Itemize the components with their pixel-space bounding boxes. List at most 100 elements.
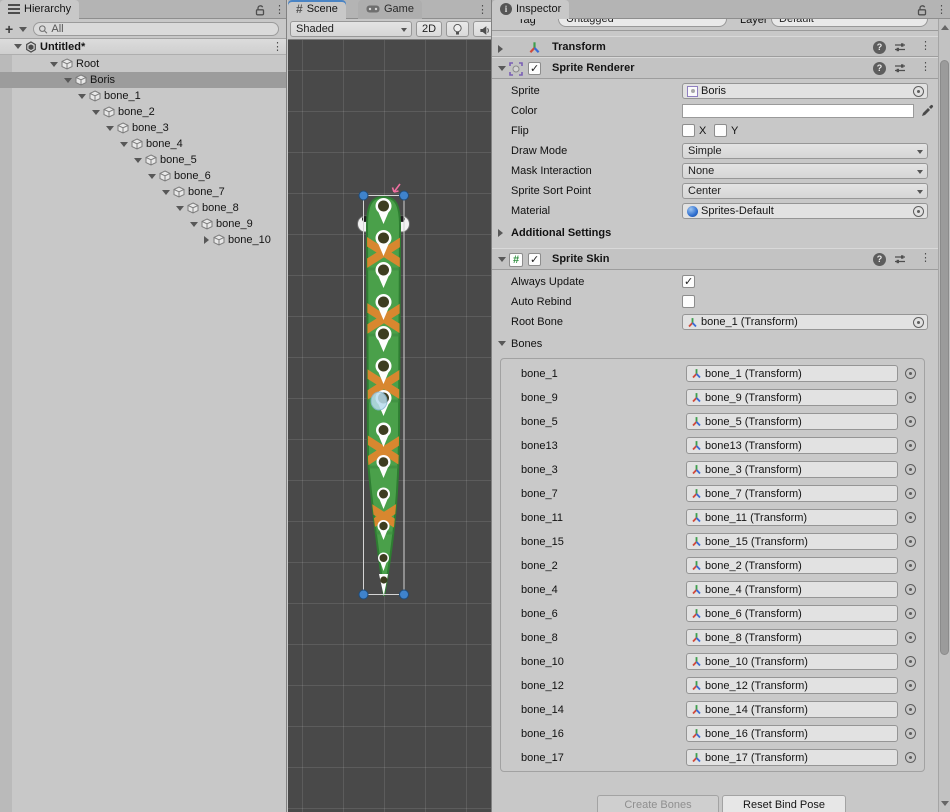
foldout-icon[interactable]: [92, 110, 100, 115]
lock-icon[interactable]: [916, 4, 928, 16]
sprite-skin-header[interactable]: # Sprite Skin ? ⋮: [492, 248, 938, 270]
bone-object-field[interactable]: bone_14 (Transform): [686, 701, 898, 718]
boris-sprite[interactable]: [288, 40, 492, 812]
tag-dropdown[interactable]: Untagged: [558, 19, 727, 27]
object-picker-icon[interactable]: [905, 728, 916, 739]
object-picker-icon[interactable]: [905, 560, 916, 571]
hierarchy-item-bone-1[interactable]: bone_1: [0, 88, 286, 104]
hierarchy-item-bone-4[interactable]: bone_4: [0, 136, 286, 152]
scrollbar-thumb[interactable]: [940, 60, 949, 655]
sprite-object-field[interactable]: Boris: [682, 83, 928, 99]
bone-object-field[interactable]: bone_3 (Transform): [686, 461, 898, 478]
foldout-icon[interactable]: [498, 257, 506, 262]
foldout-icon[interactable]: [78, 94, 86, 99]
layer-dropdown[interactable]: Default: [771, 19, 928, 27]
component-enabled-checkbox[interactable]: [528, 253, 541, 266]
tab-inspector[interactable]: i Inspector: [492, 0, 569, 19]
hierarchy-search[interactable]: [33, 22, 279, 36]
bone-object-field[interactable]: bone_4 (Transform): [686, 581, 898, 598]
inspector-scrollbar[interactable]: [938, 19, 950, 812]
add-object-dropdown-icon[interactable]: [19, 27, 27, 32]
foldout-icon-collapsed[interactable]: [498, 229, 503, 237]
sprite-renderer-header[interactable]: Sprite Renderer ? ⋮: [492, 57, 938, 79]
object-picker-icon[interactable]: [905, 656, 916, 667]
hierarchy-item-bone-5[interactable]: bone_5: [0, 152, 286, 168]
always-update-checkbox[interactable]: [682, 275, 695, 288]
object-picker-icon[interactable]: [905, 464, 916, 475]
scroll-up-arrow[interactable]: [941, 25, 949, 30]
search-input[interactable]: [51, 23, 274, 35]
object-picker-icon[interactable]: [905, 632, 916, 643]
eyedropper-icon[interactable]: [920, 104, 934, 118]
bone-object-field[interactable]: bone_7 (Transform): [686, 485, 898, 502]
component-menu-icon[interactable]: ⋮: [920, 253, 926, 263]
bone-object-field[interactable]: bone_17 (Transform): [686, 749, 898, 766]
panel-menu-icon[interactable]: ⋮: [274, 5, 280, 15]
object-picker-icon[interactable]: [905, 416, 916, 427]
bones-foldout-row[interactable]: Bones: [492, 336, 938, 352]
material-object-field[interactable]: Sprites-Default: [682, 203, 928, 219]
bone-object-field[interactable]: bone_11 (Transform): [686, 509, 898, 526]
object-picker-icon[interactable]: [913, 206, 924, 217]
2d-toggle-button[interactable]: 2D: [416, 21, 442, 37]
foldout-icon-collapsed[interactable]: [204, 236, 209, 244]
object-picker-icon[interactable]: [913, 317, 924, 328]
object-picker-icon[interactable]: [905, 608, 916, 619]
tab-hierarchy[interactable]: Hierarchy: [0, 0, 79, 19]
presets-icon[interactable]: [894, 253, 906, 265]
create-bones-button[interactable]: Create Bones: [597, 795, 719, 812]
component-menu-icon[interactable]: ⋮: [920, 62, 926, 72]
bone-object-field[interactable]: bone_9 (Transform): [686, 389, 898, 406]
transform-component-header[interactable]: Transform ? ⋮: [492, 36, 938, 57]
object-picker-icon[interactable]: [905, 536, 916, 547]
hierarchy-item-bone-2[interactable]: bone_2: [0, 104, 286, 120]
foldout-icon-collapsed[interactable]: [498, 45, 503, 53]
bone-object-field[interactable]: bone_2 (Transform): [686, 557, 898, 574]
flip-y-checkbox[interactable]: [714, 124, 727, 137]
component-enabled-checkbox[interactable]: [528, 62, 541, 75]
scene-header-row[interactable]: Untitled* ⋮: [0, 39, 286, 55]
component-menu-icon[interactable]: ⋮: [920, 41, 926, 51]
shading-mode-dropdown[interactable]: Shaded: [290, 21, 412, 37]
bone-object-field[interactable]: bone_8 (Transform): [686, 629, 898, 646]
object-picker-icon[interactable]: [905, 584, 916, 595]
object-picker-icon[interactable]: [905, 440, 916, 451]
object-picker-icon[interactable]: [905, 368, 916, 379]
reset-bind-pose-button[interactable]: Reset Bind Pose: [722, 795, 846, 812]
foldout-icon[interactable]: [64, 78, 72, 83]
scene-viewport[interactable]: [288, 40, 491, 812]
audio-toggle-button[interactable]: [473, 21, 491, 37]
hierarchy-item-boris[interactable]: Boris: [0, 72, 286, 88]
panel-menu-icon[interactable]: ⋮: [936, 5, 942, 15]
foldout-icon[interactable]: [498, 66, 506, 71]
bone-object-field[interactable]: bone_12 (Transform): [686, 677, 898, 694]
root-bone-object-field[interactable]: bone_1 (Transform): [682, 314, 928, 330]
help-icon[interactable]: ?: [873, 41, 886, 54]
presets-icon[interactable]: [894, 41, 906, 53]
foldout-icon[interactable]: [148, 174, 156, 179]
mask-interaction-dropdown[interactable]: None: [682, 163, 928, 179]
lock-icon[interactable]: [254, 4, 266, 16]
hierarchy-item-bone-7[interactable]: bone_7: [0, 184, 286, 200]
hierarchy-item-bone-10[interactable]: bone_10: [0, 232, 286, 248]
object-picker-icon[interactable]: [905, 512, 916, 523]
panel-menu-icon[interactable]: ⋮: [477, 5, 483, 15]
object-picker-icon[interactable]: [905, 680, 916, 691]
auto-rebind-checkbox[interactable]: [682, 295, 695, 308]
draw-mode-dropdown[interactable]: Simple: [682, 143, 928, 159]
scene-menu-icon[interactable]: ⋮: [272, 42, 278, 52]
bone-object-field[interactable]: bone_16 (Transform): [686, 725, 898, 742]
bone-object-field[interactable]: bone_10 (Transform): [686, 653, 898, 670]
color-swatch[interactable]: [682, 104, 914, 118]
tab-scene[interactable]: # Scene: [288, 0, 346, 19]
bone-object-field[interactable]: bone_1 (Transform): [686, 365, 898, 382]
scene-foldout-icon[interactable]: [14, 44, 22, 49]
object-picker-icon[interactable]: [905, 704, 916, 715]
object-picker-icon[interactable]: [905, 392, 916, 403]
object-picker-icon[interactable]: [913, 86, 924, 97]
hierarchy-item-bone-3[interactable]: bone_3: [0, 120, 286, 136]
hierarchy-item-root[interactable]: Root: [0, 56, 286, 72]
sort-point-dropdown[interactable]: Center: [682, 183, 928, 199]
lighting-toggle-button[interactable]: [446, 21, 469, 37]
help-icon[interactable]: ?: [873, 62, 886, 75]
